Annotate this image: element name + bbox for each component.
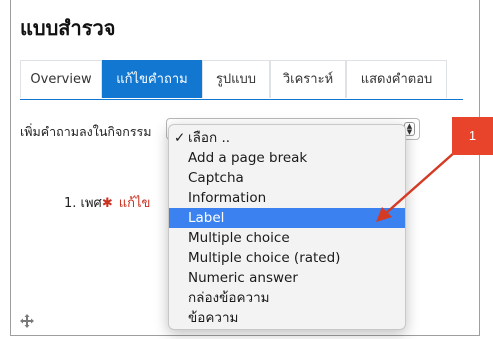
question-title: 1. เพศ [64,196,102,211]
question-type-dropdown: ✓ เลือก .. Add a page break Captcha Infor… [168,124,406,330]
add-question-label: เพิ่มคำถามลงในกิจกรรม [20,124,152,139]
dropdown-option-page-break[interactable]: Add a page break [169,148,405,168]
question-row: 1. เพศ✱ แก้ไข [64,192,150,213]
dropdown-option-label[interactable]: Label [169,208,405,228]
check-icon: ✓ [174,130,186,146]
move-icon[interactable] [20,314,34,328]
dropdown-option-captcha[interactable]: Captcha [169,168,405,188]
tab-overview[interactable]: Overview [20,60,102,98]
annotation-callout: 1 [452,117,493,155]
dropdown-option-multiple-choice-rated[interactable]: Multiple choice (rated) [169,248,405,268]
tab-analysis[interactable]: วิเคราะห์ [270,60,346,98]
tab-format[interactable]: รูปแบบ [202,60,270,98]
dropdown-option-multiple-choice[interactable]: Multiple choice [169,228,405,248]
dropdown-option-text[interactable]: ข้อความ [169,308,405,328]
dropdown-option-information[interactable]: Information [169,188,405,208]
required-icon: ✱ [101,196,113,211]
dropdown-option-choose[interactable]: ✓ เลือก .. [169,128,405,148]
tab-bar: Overview แก้ไขคำถาม รูปแบบ วิเคราะห์ แสด… [20,60,463,100]
edit-question-link[interactable]: แก้ไข [119,196,151,211]
tab-edit-questions[interactable]: แก้ไขคำถาม [102,60,202,98]
tab-show-responses[interactable]: แสดงคำตอบ [346,60,447,98]
dropdown-option-numeric-answer[interactable]: Numeric answer [169,268,405,288]
dropdown-option-text-box[interactable]: กล่องข้อความ [169,288,405,308]
page-title: แบบสำรวจ [20,16,116,40]
